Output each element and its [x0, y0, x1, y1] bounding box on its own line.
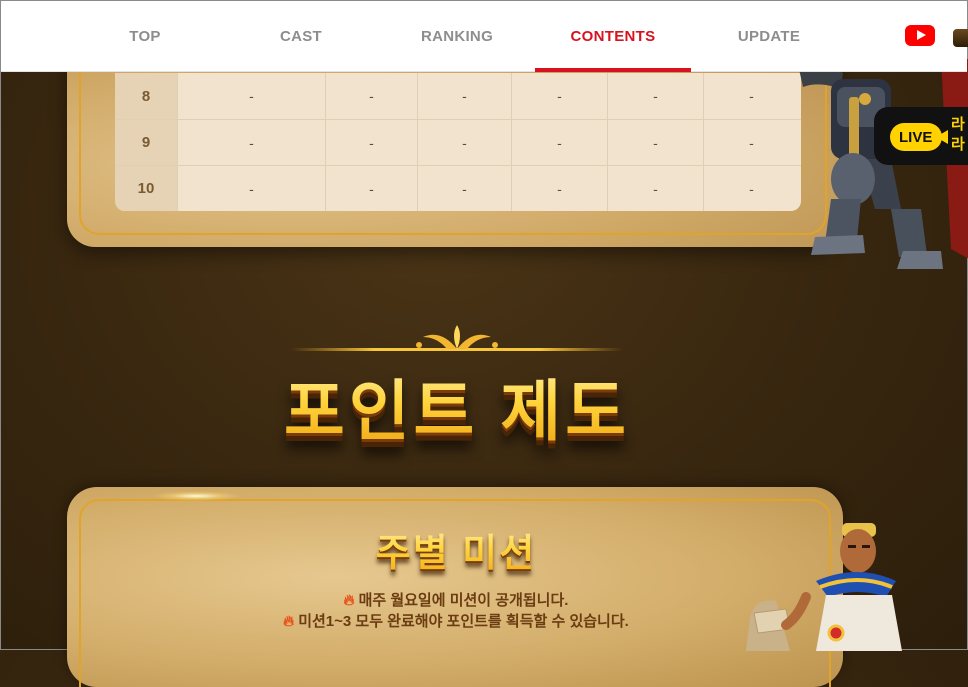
nav-item-update[interactable]: UPDATE	[691, 1, 847, 71]
live-stream-badge[interactable]: LIVE 라 라	[874, 107, 968, 165]
table-cell: -	[703, 120, 799, 165]
title-ornament-icon	[291, 325, 623, 351]
table-cell: -	[511, 120, 607, 165]
top-navigation: TOP CAST RANKING CONTENTS UPDATE	[1, 1, 968, 72]
mission-line2-text: 미션1~3 모두 완료해야 포인트를 획득할 수 있습니다.	[298, 613, 629, 630]
table-cell: -	[417, 166, 511, 211]
table-cell: -	[177, 166, 325, 211]
fire-icon: 🔥︎	[343, 592, 355, 609]
live-camera-icon: LIVE	[890, 123, 948, 151]
rank-number: 9	[115, 120, 177, 165]
table-cell: -	[703, 73, 799, 119]
live-text-line2: 라	[951, 136, 965, 153]
board-glow-decoration	[151, 491, 241, 501]
table-cell: -	[607, 73, 703, 119]
live-label: LIVE	[899, 128, 933, 146]
table-cell: -	[177, 73, 325, 119]
ranking-table: 8- - - - - -9- - - - - -10- - - - - -	[115, 73, 801, 211]
table-cell: -	[607, 120, 703, 165]
weekly-mission-board	[67, 487, 843, 687]
warrior-character-illustration	[799, 59, 968, 269]
table-cell: -	[417, 73, 511, 119]
nav-item-top[interactable]: TOP	[67, 1, 223, 71]
mission-line1-text: 매주 월요일에 미션이 공개됩니다.	[358, 592, 569, 609]
youtube-icon[interactable]	[905, 25, 935, 46]
table-cell: -	[607, 166, 703, 211]
live-text-line1: 라	[951, 116, 965, 133]
mission-description-line1: 🔥︎ 매주 월요일에 미션이 공개됩니다.	[201, 589, 711, 610]
table-cell: -	[417, 120, 511, 165]
rank-number: 8	[115, 73, 177, 119]
table-cell: -	[511, 73, 607, 119]
table-cell: -	[325, 166, 417, 211]
table-row: 9------	[115, 119, 801, 165]
rank-number: 10	[115, 166, 177, 211]
game-logo-icon[interactable]	[953, 29, 968, 47]
table-cell: -	[703, 166, 799, 211]
table-cell: -	[511, 166, 607, 211]
pharaoh-character-illustration	[746, 523, 902, 651]
mission-description-line2: 🔥︎ 미션1~3 모두 완료해야 포인트를 획득할 수 있습니다.	[201, 610, 711, 631]
nav-item-ranking[interactable]: RANKING	[379, 1, 535, 71]
mission-title: 주별 미션	[301, 521, 611, 577]
table-cell: -	[177, 120, 325, 165]
nav-item-cast[interactable]: CAST	[223, 1, 379, 71]
section-title: 포인트 제도	[201, 361, 713, 451]
table-row: 10- - - - - -	[115, 165, 801, 211]
table-cell: -	[325, 73, 417, 119]
table-row: 8------	[115, 73, 801, 119]
nav-item-contents[interactable]: CONTENTS	[535, 1, 691, 72]
fire-icon: 🔥︎	[283, 613, 295, 630]
table-cell: -	[325, 120, 417, 165]
live-badge-text: 라 라	[951, 115, 968, 155]
